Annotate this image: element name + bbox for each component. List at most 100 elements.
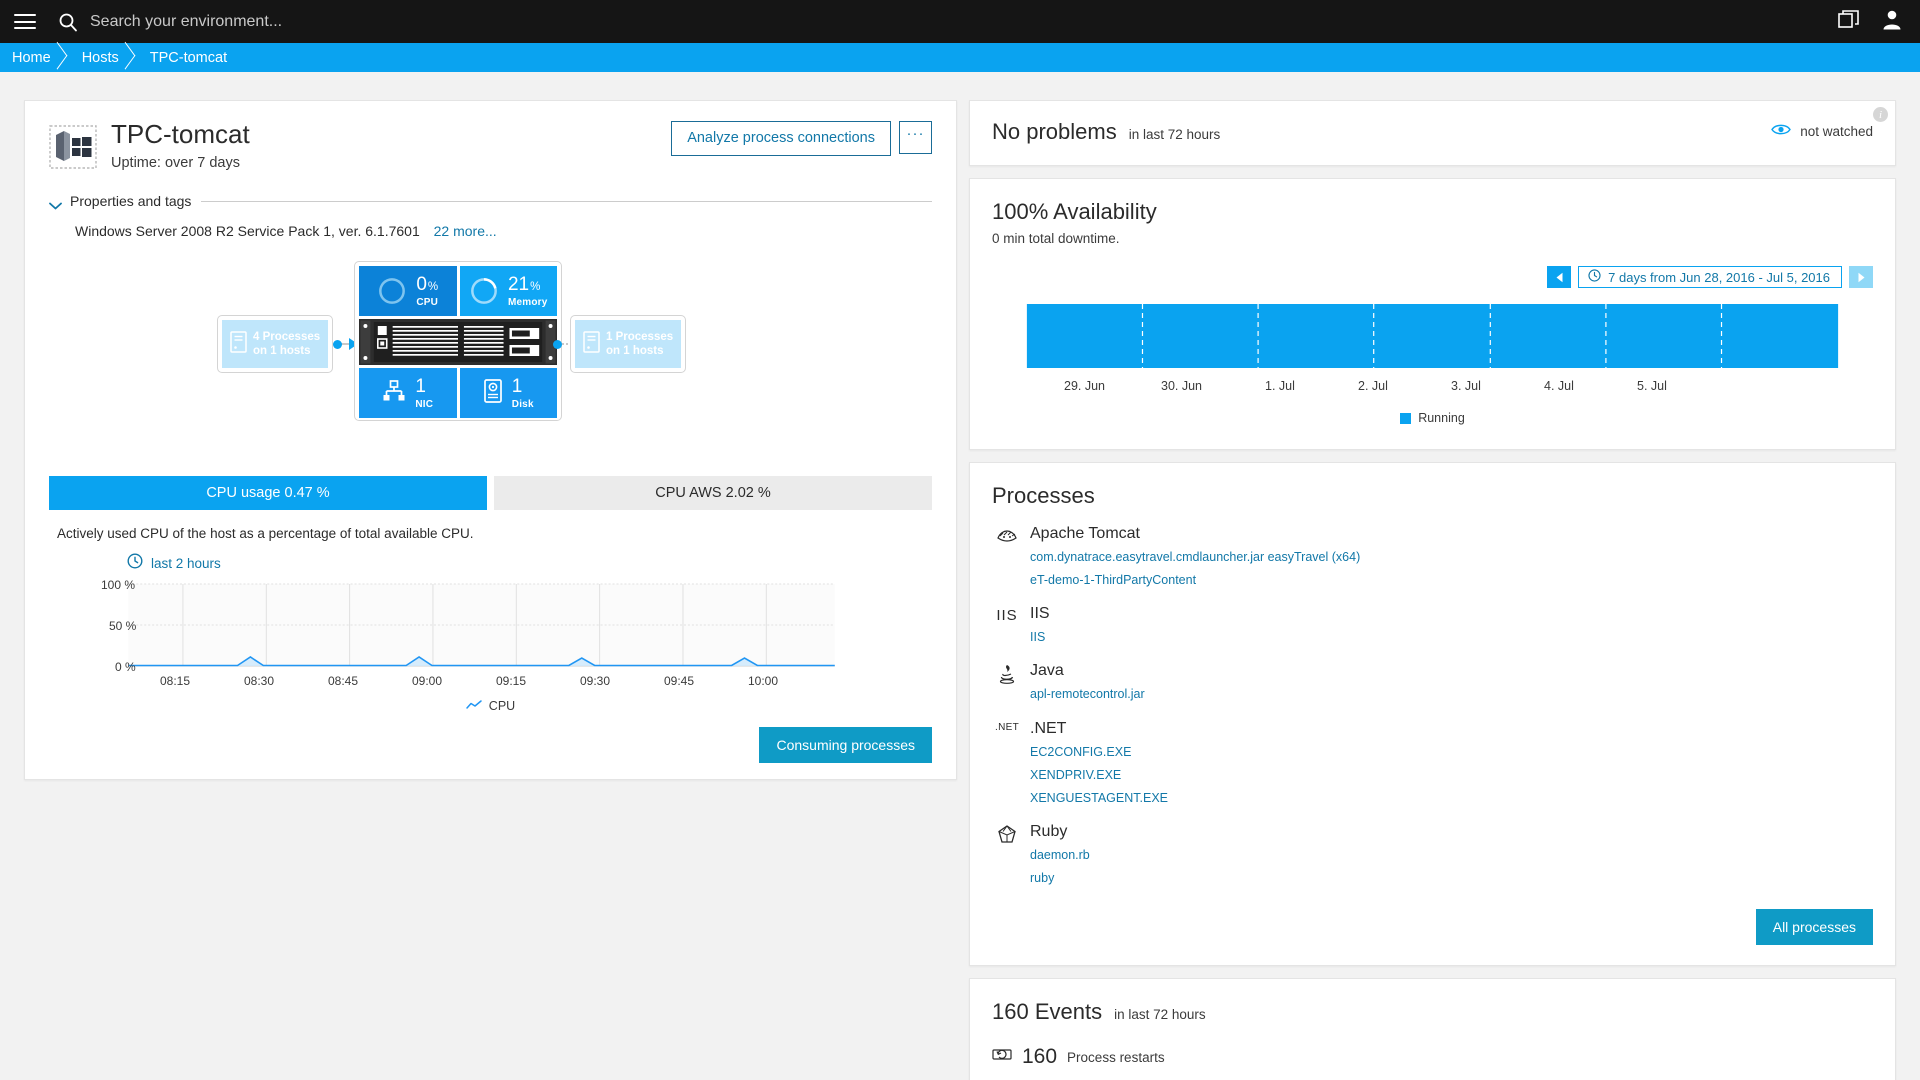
process-link[interactable]: com.dynatrace.easytravel.cmdlauncher.jar… <box>1030 548 1360 566</box>
clock-icon <box>127 553 143 574</box>
process-link[interactable]: XENDPRIV.EXE <box>1030 766 1168 784</box>
availability-card: 100% Availability 0 min total downtime. <box>969 178 1896 450</box>
cpu-metric-tile[interactable]: 0% CPU <box>359 266 457 317</box>
availability-title: 100% Availability <box>992 199 1157 224</box>
disk-metric-tile[interactable]: 1 Disk <box>459 368 557 419</box>
process-name: Ruby <box>1030 822 1068 840</box>
properties-more-link[interactable]: 22 more... <box>434 223 497 239</box>
breadcrumb: Home Hosts TPC-tomcat <box>0 43 1920 72</box>
infrastructure-diagram: 4 Processes on 1 hosts 0% CPU 21% Memory… <box>49 257 932 462</box>
host-overview-card: TPC-tomcat Uptime: over 7 days Analyze p… <box>24 100 957 781</box>
breadcrumb-item-home[interactable]: Home <box>0 43 64 72</box>
breadcrumb-label: TPC-tomcat <box>149 49 228 66</box>
tab-cpu-usage[interactable]: CPU usage 0.47 % <box>49 476 487 511</box>
right-column: i No problems in last 72 hours not watch… <box>969 100 1896 1080</box>
availability-chart-svg[interactable] <box>992 302 1873 374</box>
timerange-next-button[interactable] <box>1849 266 1873 288</box>
chevron-down-icon <box>49 197 62 210</box>
memory-number: 21 <box>507 273 530 295</box>
disk-icon <box>483 378 503 408</box>
process-link[interactable]: EC2CONFIG.EXE <box>1030 743 1168 761</box>
avail-x-tick: 3. Jul <box>1451 379 1481 393</box>
incoming-processes-node[interactable]: 4 Processes on 1 hosts <box>217 315 333 374</box>
tile-row-bottom: 1 NIC 1 Disk <box>359 368 557 419</box>
hamburger-menu-icon[interactable] <box>14 14 36 29</box>
all-processes-button[interactable]: All processes <box>1755 909 1873 946</box>
process-link[interactable]: apl-remotecontrol.jar <box>1030 685 1145 703</box>
process-group-java: Java apl-remotecontrol.jar <box>992 662 1873 703</box>
process-name: Java <box>1030 662 1064 680</box>
restart-icon <box>992 1047 1012 1068</box>
outgoing-processes-label: 1 Processes on 1 hosts <box>606 330 673 359</box>
clock-icon <box>1588 269 1601 285</box>
incoming-line-2: on 1 hosts <box>253 345 311 358</box>
breadcrumb-item-current[interactable]: TPC-tomcat <box>132 43 240 72</box>
legend-label-running: Running <box>1418 411 1465 425</box>
y-tick-100: 100 % <box>101 578 136 593</box>
event-process-restarts[interactable]: 160 Process restarts <box>992 1045 1873 1069</box>
events-heading-row: 160 Events in last 72 hours <box>992 999 1873 1025</box>
cpu-usage-chart: 100 % 50 % 0 % 08:15 08:30 08:45 09:00 0… <box>49 578 932 693</box>
analyze-process-connections-button[interactable]: Analyze process connections <box>671 121 891 157</box>
chart-timeframe[interactable]: last 2 hours <box>49 553 932 574</box>
availability-x-labels: 29. Jun 30. Jun 1. Jul 2. Jul 3. Jul 4. … <box>992 379 1873 397</box>
problems-title: No problems <box>992 119 1117 144</box>
server-rack-icon <box>359 319 557 366</box>
os-version-text: Windows Server 2008 R2 Service Pack 1, v… <box>75 223 420 240</box>
problems-heading-row: No problems in last 72 hours <box>992 119 1873 145</box>
host-header: TPC-tomcat Uptime: over 7 days Analyze p… <box>49 120 932 172</box>
process-link[interactable]: ruby <box>1030 869 1090 887</box>
outgoing-line-2: on 1 hosts <box>606 345 664 358</box>
legend-label-cpu: CPU <box>488 699 516 714</box>
disk-label: Disk <box>511 398 534 410</box>
process-link[interactable]: XENGUESTAGENT.EXE <box>1030 789 1168 807</box>
ruby-icon <box>992 823 1022 887</box>
arrow-left-icon <box>1556 272 1563 282</box>
nic-metric-tile[interactable]: 1 NIC <box>359 368 457 419</box>
y-tick-0: 0 % <box>115 660 136 675</box>
copy-windows-icon[interactable] <box>1838 9 1860 34</box>
search-icon[interactable] <box>58 12 78 32</box>
disk-value: 1 <box>511 375 523 397</box>
properties-and-tags-toggle[interactable]: Properties and tags <box>49 193 932 210</box>
outgoing-line-1: 1 Processes <box>606 330 674 343</box>
info-icon[interactable]: i <box>1873 107 1888 122</box>
x-tick: 09:00 <box>412 674 443 689</box>
watch-status[interactable]: not watched <box>1771 123 1873 139</box>
windows-host-icon <box>49 125 97 169</box>
breadcrumb-item-hosts[interactable]: Hosts <box>64 43 132 72</box>
cpu-label: CPU <box>416 296 439 308</box>
x-tick: 08:45 <box>328 674 359 689</box>
process-stack-icon <box>583 331 600 358</box>
nic-label: NIC <box>415 398 434 410</box>
process-link[interactable]: daemon.rb <box>1030 846 1090 864</box>
host-uptime: Uptime: over 7 days <box>111 155 240 172</box>
search-input[interactable] <box>90 12 690 31</box>
restarts-count: 160 <box>1022 1045 1058 1069</box>
consuming-processes-button[interactable]: Consuming processes <box>759 727 932 764</box>
tab-cpu-aws[interactable]: CPU AWS 2.02 % <box>494 476 932 511</box>
cpu-chart-legend: CPU <box>49 699 932 713</box>
legend-swatch-running <box>1400 412 1412 424</box>
iis-icon: IIS <box>996 607 1018 625</box>
x-tick: 10:00 <box>748 674 779 689</box>
process-link[interactable]: IIS <box>1030 628 1050 646</box>
breadcrumb-label: Home <box>12 49 51 66</box>
metric-tab-bar: CPU usage 0.47 % CPU AWS 2.02 % <box>49 476 932 511</box>
timerange-prev-button[interactable] <box>1547 266 1572 288</box>
timerange-label: 7 days from Jun 28, 2016 - Jul 5, 2016 <box>1608 269 1830 285</box>
timerange-display[interactable]: 7 days from Jun 28, 2016 - Jul 5, 2016 <box>1578 266 1842 288</box>
memory-metric-tile[interactable]: 21% Memory <box>459 266 557 317</box>
x-tick: 09:30 <box>580 674 611 689</box>
process-link[interactable]: eT-demo-1-ThirdPartyContent <box>1030 571 1360 589</box>
outgoing-processes-node[interactable]: 1 Processes on 1 hosts <box>570 315 686 374</box>
more-options-button[interactable]: ··· <box>899 121 932 154</box>
process-group-ruby: Ruby daemon.rb ruby <box>992 823 1873 887</box>
connector-dot-out <box>553 339 562 349</box>
timeframe-label[interactable]: last 2 hours <box>151 556 221 571</box>
user-account-icon[interactable] <box>1882 9 1902 35</box>
events-subtitle: in last 72 hours <box>1114 1007 1206 1023</box>
dotnet-icon: .NET <box>995 721 1019 733</box>
tomcat-icon <box>992 525 1022 589</box>
avail-x-tick: 29. Jun <box>1064 379 1106 393</box>
